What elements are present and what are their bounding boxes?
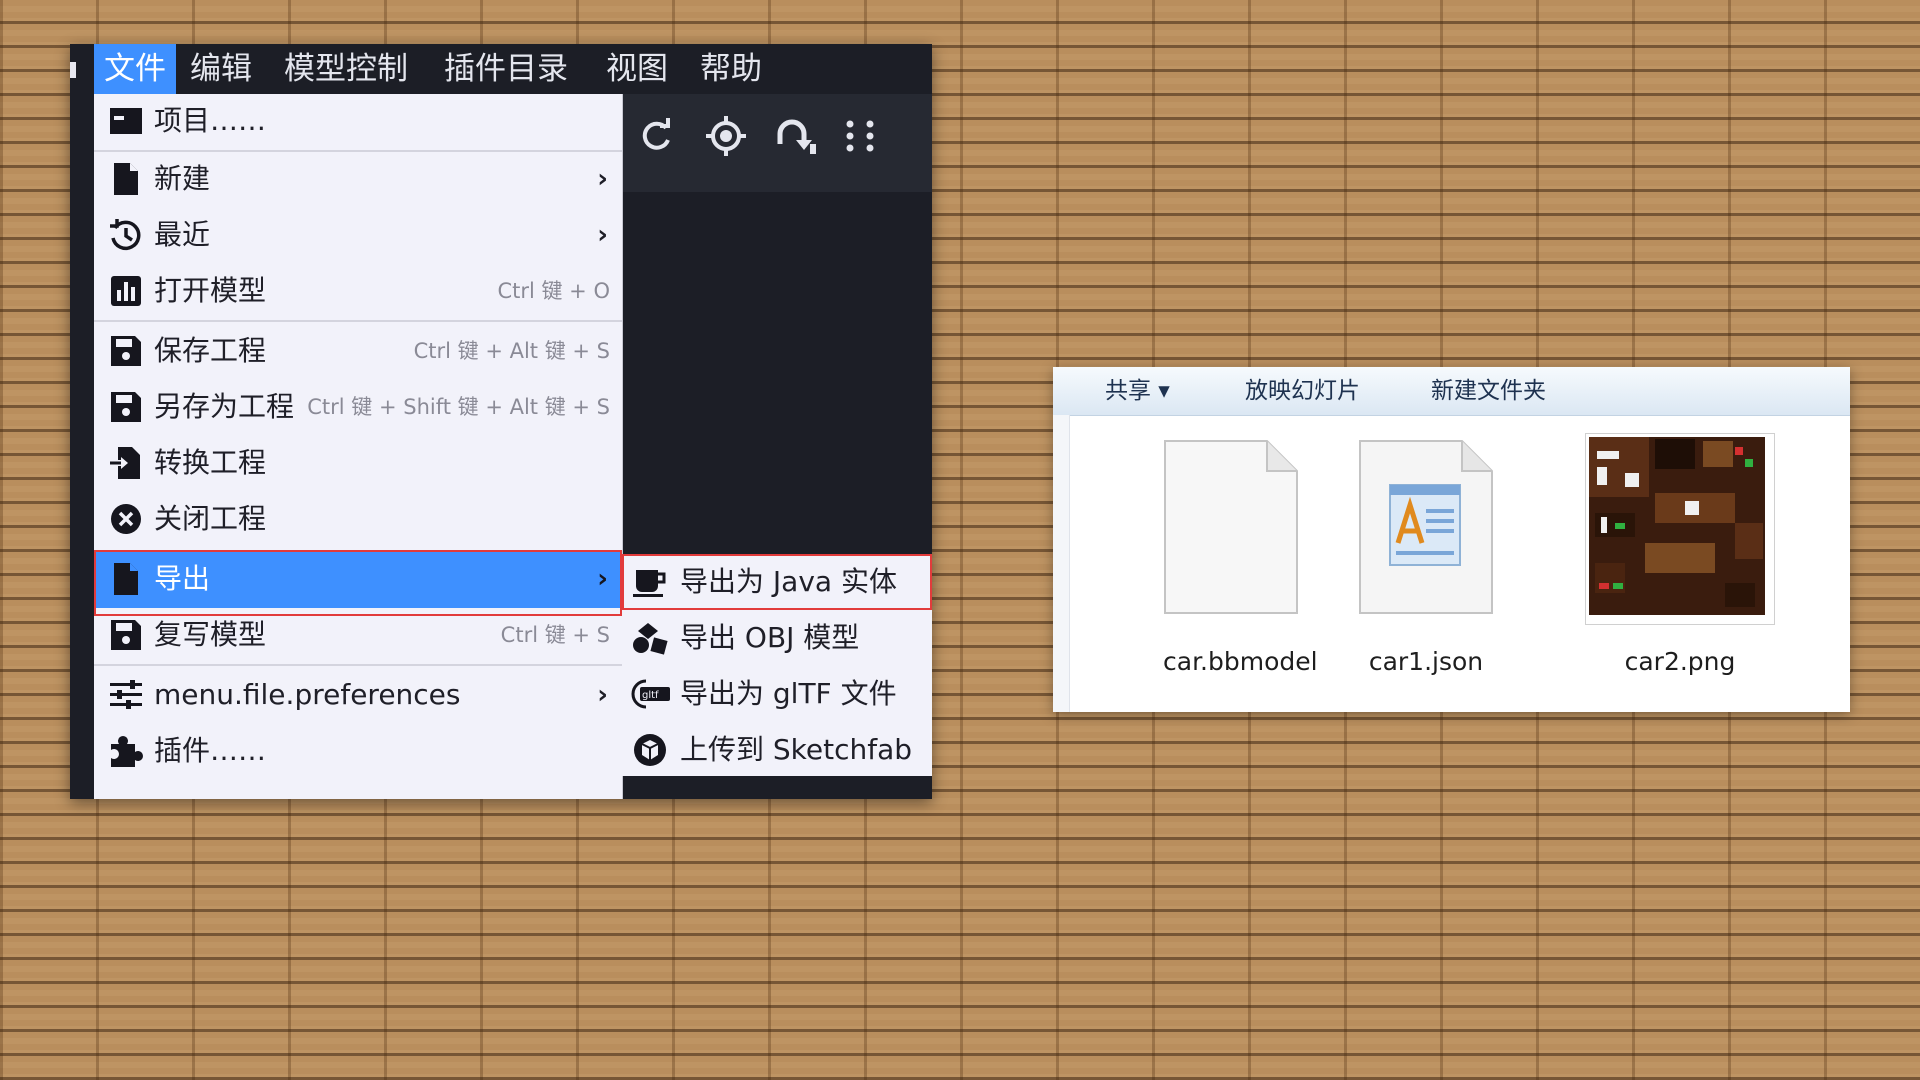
file-explorer-window: 共享 ▾ 放映幻灯片 新建文件夹 car.bbmodel car1.json c… bbox=[1053, 367, 1850, 712]
explorer-toolbar: 共享 ▾ 放映幻灯片 新建文件夹 bbox=[1053, 367, 1850, 416]
viewport-toolbar bbox=[622, 94, 932, 192]
highlight-box-export bbox=[94, 550, 622, 616]
chevron-right-icon: › bbox=[597, 680, 608, 710]
sketchfab-logo-icon bbox=[630, 722, 670, 786]
gltf-logo-icon: gltf bbox=[630, 666, 670, 728]
window-edge-marker bbox=[70, 62, 76, 78]
menu-edit[interactable]: 编辑 bbox=[180, 44, 262, 94]
menu-item-preferences[interactable]: menu.file.preferences › bbox=[94, 668, 622, 722]
export-obj-model[interactable]: 导出 OBJ 模型 bbox=[622, 610, 932, 666]
project-window-icon bbox=[106, 94, 146, 154]
file-name: car1.json bbox=[1368, 647, 1484, 676]
menu-item-label: 复写模型 bbox=[154, 618, 267, 651]
chevron-right-icon: › bbox=[597, 164, 608, 194]
menu-item-recent[interactable]: 最近 › bbox=[94, 208, 622, 262]
menu-item-open-model[interactable]: 打开模型 Ctrl 键 + O bbox=[94, 264, 622, 318]
new-folder-button[interactable]: 新建文件夹 bbox=[1431, 367, 1546, 415]
menu-separator bbox=[94, 664, 622, 666]
menu-item-project[interactable]: 项目…… bbox=[94, 94, 622, 148]
menu-plugins[interactable]: 插件目录 bbox=[434, 44, 578, 94]
floppy-disk-icon bbox=[106, 380, 146, 440]
menu-item-label: 项目…… bbox=[154, 104, 267, 137]
menu-item-plugins[interactable]: 插件…… bbox=[94, 724, 622, 778]
menu-bar: 文件 编辑 模型控制 插件目录 视图 帮助 bbox=[70, 44, 932, 94]
menu-file[interactable]: 文件 bbox=[94, 44, 176, 94]
file-name: car2.png bbox=[1624, 647, 1736, 676]
menu-item-label: 关闭工程 bbox=[154, 502, 267, 535]
menu-item-label: 另存为工程 bbox=[154, 390, 295, 423]
submenu-item-label: 导出为 glTF 文件 bbox=[680, 677, 897, 710]
history-icon bbox=[106, 208, 146, 270]
rotate-arrow-icon[interactable] bbox=[774, 116, 818, 160]
menu-item-new[interactable]: 新建 › bbox=[94, 152, 622, 206]
menu-item-label: 新建 bbox=[154, 162, 211, 195]
more-vertical-icon[interactable] bbox=[838, 116, 882, 160]
file-import-icon bbox=[106, 436, 146, 498]
export-gltf-file[interactable]: gltf 导出为 glTF 文件 bbox=[622, 666, 932, 722]
close-circle-icon bbox=[106, 492, 146, 553]
shapes-icon bbox=[630, 610, 670, 674]
submenu-item-label: 导出 OBJ 模型 bbox=[680, 621, 860, 654]
menu-help[interactable]: 帮助 bbox=[690, 44, 772, 94]
refresh-icon[interactable] bbox=[634, 116, 678, 160]
share-button[interactable]: 共享 ▾ bbox=[1105, 367, 1170, 415]
svg-text:gltf: gltf bbox=[642, 690, 659, 701]
slideshow-button[interactable]: 放映幻灯片 bbox=[1245, 367, 1360, 415]
sliders-icon bbox=[106, 668, 146, 728]
menu-item-convert-project[interactable]: 转换工程 bbox=[94, 436, 622, 490]
menu-item-overwrite-model[interactable]: 复写模型 Ctrl 键 + S bbox=[94, 608, 622, 662]
floppy-disk-icon bbox=[106, 608, 146, 668]
file-menu-dropdown: 项目…… 新建 › 最近 › 打开模型 Ctrl 键 + O 保存工程 Ctrl… bbox=[94, 94, 623, 799]
shortcut-text: Ctrl 键 + Shift 键 + Alt 键 + S bbox=[307, 395, 610, 419]
menu-item-label: 打开模型 bbox=[154, 274, 267, 307]
shortcut-text: Ctrl 键 + Alt 键 + S bbox=[413, 339, 610, 363]
puzzle-piece-icon bbox=[106, 724, 146, 786]
explorer-scrollbar[interactable] bbox=[1053, 415, 1070, 712]
menu-item-label: menu.file.preferences bbox=[154, 678, 461, 711]
chevron-right-icon: › bbox=[597, 220, 608, 250]
text-document-icon bbox=[1358, 439, 1494, 615]
menu-item-label: 插件…… bbox=[154, 734, 267, 767]
file-name: car.bbmodel bbox=[1163, 647, 1318, 676]
shortcut-text: Ctrl 键 + S bbox=[500, 623, 610, 647]
menu-item-close-project[interactable]: 关闭工程 bbox=[94, 492, 622, 546]
target-icon[interactable] bbox=[704, 116, 748, 160]
menu-view[interactable]: 视图 bbox=[596, 44, 678, 94]
bar-chart-icon bbox=[106, 264, 146, 324]
floppy-disk-icon bbox=[106, 324, 146, 384]
upload-sketchfab[interactable]: 上传到 Sketchfab bbox=[622, 722, 932, 778]
blockbench-window: 文件 编辑 模型控制 插件目录 视图 帮助 项目…… 新建 › 最近 › 打开模… bbox=[70, 44, 932, 799]
blank-document-icon bbox=[1163, 439, 1299, 615]
new-file-icon bbox=[106, 152, 146, 214]
menu-model-control[interactable]: 模型控制 bbox=[274, 44, 418, 94]
menu-item-label: 转换工程 bbox=[154, 446, 267, 479]
submenu-item-label: 上传到 Sketchfab bbox=[680, 733, 913, 766]
menu-separator bbox=[94, 320, 622, 322]
shortcut-text: Ctrl 键 + O bbox=[497, 279, 610, 303]
menu-item-label: 最近 bbox=[154, 218, 211, 251]
highlight-box-java-entity bbox=[622, 554, 932, 610]
texture-thumbnail bbox=[1584, 432, 1776, 626]
menu-item-save-project-as[interactable]: 另存为工程 Ctrl 键 + Shift 键 + Alt 键 + S bbox=[94, 380, 622, 434]
menu-item-label: 保存工程 bbox=[154, 334, 267, 367]
menu-item-save-project[interactable]: 保存工程 Ctrl 键 + Alt 键 + S bbox=[94, 324, 622, 378]
